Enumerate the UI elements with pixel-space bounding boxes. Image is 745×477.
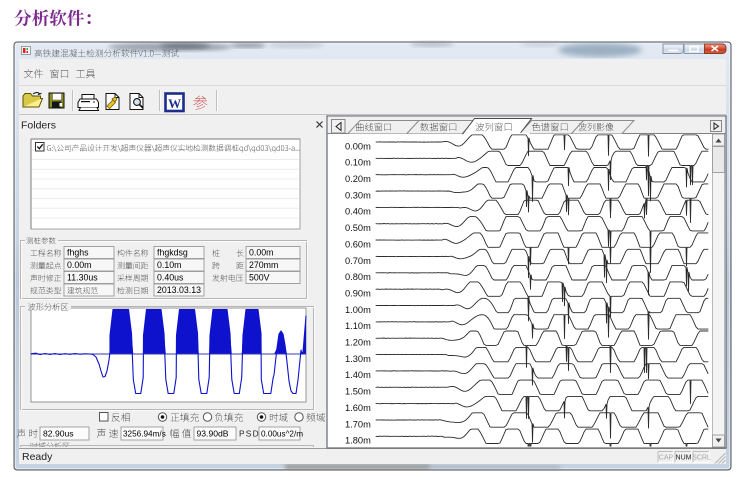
svg-text:0.00us^2/m: 0.00us^2/m (261, 430, 303, 439)
svg-text:2013.03.13: 2013.03.13 (157, 285, 201, 295)
svg-text:93.90dB: 93.90dB (197, 429, 229, 439)
svg-text:0.10m: 0.10m (157, 260, 181, 270)
svg-text:82.90us: 82.90us (43, 429, 74, 439)
svg-text:SCRL: SCRL (692, 455, 711, 462)
svg-text:0.50m: 0.50m (345, 223, 371, 233)
svg-text:CAP: CAP (659, 455, 674, 462)
svg-text:PSD: PSD (239, 429, 260, 439)
svg-text:0.20m: 0.20m (345, 174, 371, 184)
svg-text:fhghs: fhghs (67, 248, 89, 258)
svg-text:1.30m: 1.30m (345, 354, 371, 364)
svg-text:0.70m: 0.70m (345, 256, 371, 266)
svg-text:1.50m: 1.50m (345, 387, 371, 397)
svg-text:1.40m: 1.40m (345, 370, 371, 380)
svg-text:1.20m: 1.20m (345, 338, 371, 348)
svg-text:0.40us: 0.40us (157, 273, 184, 283)
svg-text:NUM: NUM (676, 455, 692, 462)
svg-text:270mm: 270mm (249, 260, 278, 270)
svg-text:0.60m: 0.60m (345, 239, 371, 249)
svg-text:500V: 500V (249, 273, 270, 283)
svg-text:Ready: Ready (22, 451, 53, 463)
svg-text:Folders: Folders (21, 120, 56, 132)
svg-text:0.90m: 0.90m (345, 288, 371, 298)
svg-text:1.60m: 1.60m (345, 403, 371, 413)
svg-text:0.80m: 0.80m (345, 272, 371, 282)
svg-text:0.00m: 0.00m (345, 141, 371, 151)
svg-text:0.00m: 0.00m (249, 248, 273, 258)
svg-text:1.00m: 1.00m (345, 305, 371, 315)
svg-text:1.10m: 1.10m (345, 321, 371, 331)
svg-text:0.30m: 0.30m (345, 190, 371, 200)
svg-text:11.30us: 11.30us (67, 273, 98, 283)
svg-text:W: W (168, 96, 181, 111)
svg-text:0.40m: 0.40m (345, 207, 371, 217)
svg-text:fhgkdsg: fhgkdsg (157, 248, 188, 258)
svg-text:1.70m: 1.70m (345, 419, 371, 429)
svg-text:0.10m: 0.10m (345, 158, 371, 168)
svg-text:0.00m: 0.00m (67, 260, 91, 270)
svg-text:1.80m: 1.80m (345, 436, 371, 446)
svg-text:3256.94m/s: 3256.94m/s (123, 430, 166, 439)
